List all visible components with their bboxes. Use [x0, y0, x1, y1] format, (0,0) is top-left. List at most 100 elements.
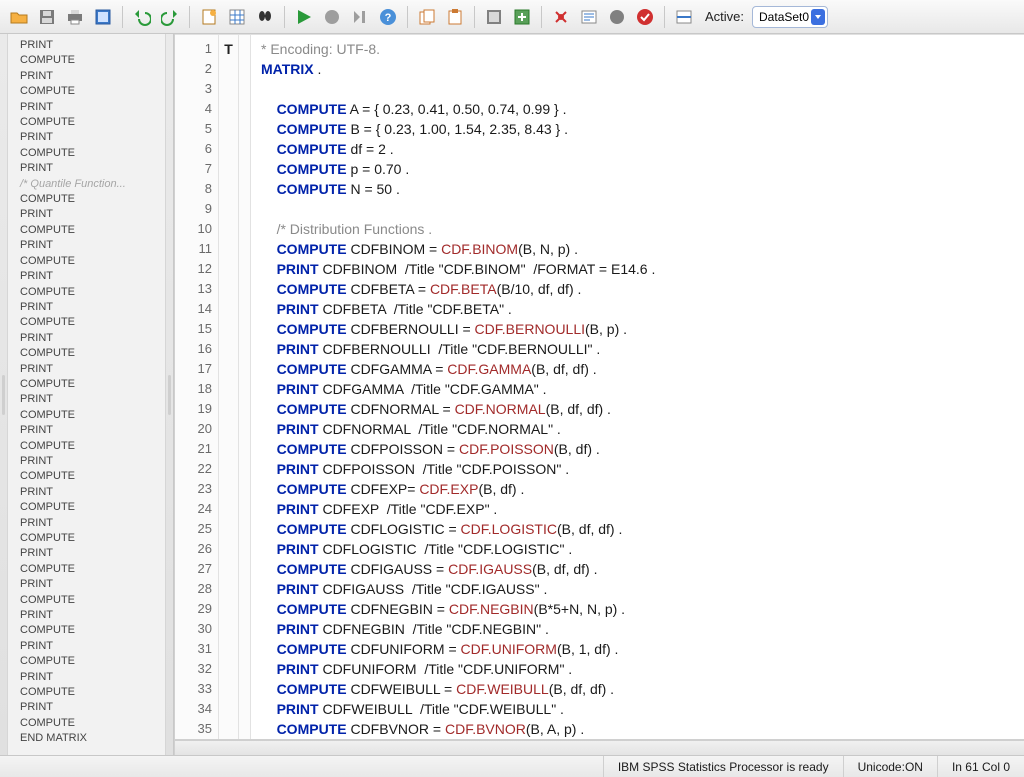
code-line[interactable]: MATRIX . — [261, 59, 1014, 79]
splitter-left[interactable] — [0, 34, 8, 755]
code-line[interactable]: PRINT CDFNORMAL /Title "CDF.NORMAL" . — [261, 419, 1014, 439]
code-line[interactable]: COMPUTE CDFPOISSON = CDF.POISSON(B, df) … — [261, 439, 1014, 459]
command-list-item[interactable]: COMPUTE — [14, 285, 163, 300]
code-area[interactable]: * Encoding: UTF-8.MATRIX . COMPUTE A = {… — [251, 35, 1024, 739]
code-line[interactable]: PRINT CDFGAMMA /Title "CDF.GAMMA" . — [261, 379, 1014, 399]
command-list-item[interactable]: COMPUTE — [14, 562, 163, 577]
record-macro-icon[interactable] — [604, 4, 630, 30]
command-list-item[interactable]: PRINT — [14, 331, 163, 346]
command-list-item[interactable]: PRINT — [14, 100, 163, 115]
code-line[interactable]: COMPUTE CDFGAMMA = CDF.GAMMA(B, df, df) … — [261, 359, 1014, 379]
command-list-item[interactable]: COMPUTE — [14, 84, 163, 99]
command-list-item[interactable]: COMPUTE — [14, 654, 163, 669]
command-list-item[interactable]: COMPUTE — [14, 53, 163, 68]
new-data-icon[interactable] — [224, 4, 250, 30]
code-line[interactable]: COMPUTE p = 0.70 . — [261, 159, 1014, 179]
code-line[interactable]: * Encoding: UTF-8. — [261, 39, 1014, 59]
code-line[interactable]: PRINT CDFBERNOULLI /Title "CDF.BERNOULLI… — [261, 339, 1014, 359]
to-do-icon[interactable] — [576, 4, 602, 30]
command-list-item[interactable]: PRINT — [14, 130, 163, 145]
command-list-item[interactable]: COMPUTE — [14, 192, 163, 207]
command-list-item[interactable]: END MATRIX — [14, 731, 163, 746]
command-list-item[interactable]: PRINT — [14, 485, 163, 500]
splitter-right[interactable] — [165, 34, 173, 755]
command-list-item[interactable]: COMPUTE — [14, 685, 163, 700]
code-line[interactable]: PRINT CDFPOISSON /Title "CDF.POISSON" . — [261, 459, 1014, 479]
command-list-item[interactable]: COMPUTE — [14, 469, 163, 484]
line-number-gutter[interactable]: 1234567891011121314151617181920212223242… — [175, 35, 219, 739]
find-icon[interactable] — [252, 4, 278, 30]
code-line[interactable]: COMPUTE CDFBINOM = CDF.BINOM(B, N, p) . — [261, 239, 1014, 259]
code-line[interactable]: COMPUTE B = { 0.23, 1.00, 1.54, 2.35, 8.… — [261, 119, 1014, 139]
command-list-item[interactable]: PRINT — [14, 516, 163, 531]
command-list-item[interactable]: COMPUTE — [14, 408, 163, 423]
code-line[interactable]: COMPUTE CDFBETA = CDF.BETA(B/10, df, df)… — [261, 279, 1014, 299]
redo-icon[interactable] — [157, 4, 183, 30]
code-line[interactable] — [261, 79, 1014, 99]
command-list-item[interactable]: PRINT — [14, 300, 163, 315]
horizontal-scrollbar[interactable] — [175, 740, 1024, 755]
command-list-item[interactable]: PRINT — [14, 207, 163, 222]
command-list-item[interactable]: COMPUTE — [14, 716, 163, 731]
run-icon[interactable] — [291, 4, 317, 30]
command-list[interactable]: PRINTCOMPUTEPRINTCOMPUTEPRINTCOMPUTEPRIN… — [0, 34, 173, 755]
command-list-item[interactable]: PRINT — [14, 639, 163, 654]
split-icon[interactable] — [671, 4, 697, 30]
code-line[interactable]: COMPUTE df = 2 . — [261, 139, 1014, 159]
command-list-item[interactable]: PRINT — [14, 700, 163, 715]
preview-icon[interactable] — [90, 4, 116, 30]
code-line[interactable]: PRINT CDFUNIFORM /Title "CDF.UNIFORM" . — [261, 659, 1014, 679]
code-line[interactable]: COMPUTE CDFBVNOR = CDF.BVNOR(B, A, p) . — [261, 719, 1014, 739]
command-list-item[interactable]: PRINT — [14, 69, 163, 84]
code-line[interactable]: PRINT CDFIGAUSS /Title "CDF.IGAUSS" . — [261, 579, 1014, 599]
command-list-item[interactable]: /* Quantile Function... — [14, 177, 163, 192]
code-line[interactable]: COMPUTE CDFIGAUSS = CDF.IGAUSS(B, df, df… — [261, 559, 1014, 579]
syntax-editor[interactable]: 1234567891011121314151617181920212223242… — [175, 34, 1024, 740]
code-line[interactable]: PRINT CDFWEIBULL /Title "CDF.WEIBULL" . — [261, 699, 1014, 719]
copy-icon[interactable] — [414, 4, 440, 30]
command-list-item[interactable]: PRINT — [14, 392, 163, 407]
command-list-item[interactable]: COMPUTE — [14, 593, 163, 608]
command-list-item[interactable]: PRINT — [14, 670, 163, 685]
bookmark-gutter[interactable]: T — [219, 35, 239, 739]
command-list-item[interactable]: COMPUTE — [14, 146, 163, 161]
active-dataset-select[interactable]: DataSet0 — [752, 6, 828, 28]
command-list-item[interactable]: COMPUTE — [14, 115, 163, 130]
code-line[interactable]: COMPUTE CDFNORMAL = CDF.NORMAL(B, df, df… — [261, 399, 1014, 419]
run-selection-icon[interactable] — [319, 4, 345, 30]
command-list-item[interactable]: COMPUTE — [14, 346, 163, 361]
command-list-item[interactable]: COMPUTE — [14, 439, 163, 454]
command-list-item[interactable]: PRINT — [14, 269, 163, 284]
code-line[interactable]: PRINT CDFBETA /Title "CDF.BETA" . — [261, 299, 1014, 319]
command-list-item[interactable]: COMPUTE — [14, 623, 163, 638]
insert-block-icon[interactable] — [509, 4, 535, 30]
validate-icon[interactable] — [632, 4, 658, 30]
command-list-item[interactable]: PRINT — [14, 546, 163, 561]
command-list-item[interactable]: PRINT — [14, 38, 163, 53]
command-list-item[interactable]: PRINT — [14, 362, 163, 377]
code-line[interactable]: PRINT CDFNEGBIN /Title "CDF.NEGBIN" . — [261, 619, 1014, 639]
print-icon[interactable] — [62, 4, 88, 30]
code-line[interactable]: /* Distribution Functions . — [261, 219, 1014, 239]
undo-icon[interactable] — [129, 4, 155, 30]
command-list-item[interactable]: PRINT — [14, 423, 163, 438]
code-line[interactable]: COMPUTE N = 50 . — [261, 179, 1014, 199]
code-line[interactable]: PRINT CDFEXP /Title "CDF.EXP" . — [261, 499, 1014, 519]
command-list-item[interactable]: COMPUTE — [14, 531, 163, 546]
command-list-item[interactable]: COMPUTE — [14, 315, 163, 330]
code-line[interactable]: COMPUTE CDFNEGBIN = CDF.NEGBIN(B*5+N, N,… — [261, 599, 1014, 619]
command-list-item[interactable]: COMPUTE — [14, 500, 163, 515]
command-list-item[interactable]: PRINT — [14, 161, 163, 176]
code-line[interactable] — [261, 199, 1014, 219]
code-line[interactable]: PRINT CDFBINOM /Title "CDF.BINOM" /FORMA… — [261, 259, 1014, 279]
command-list-item[interactable]: PRINT — [14, 577, 163, 592]
code-line[interactable]: COMPUTE CDFLOGISTIC = CDF.LOGISTIC(B, df… — [261, 519, 1014, 539]
breakpoint-icon[interactable] — [548, 4, 574, 30]
code-line[interactable]: COMPUTE A = { 0.23, 0.41, 0.50, 0.74, 0.… — [261, 99, 1014, 119]
help-icon[interactable]: ? — [375, 4, 401, 30]
code-line[interactable]: PRINT CDFLOGISTIC /Title "CDF.LOGISTIC" … — [261, 539, 1014, 559]
command-list-item[interactable]: PRINT — [14, 238, 163, 253]
code-line[interactable]: COMPUTE CDFWEIBULL = CDF.WEIBULL(B, df, … — [261, 679, 1014, 699]
new-syntax-icon[interactable] — [196, 4, 222, 30]
paste-icon[interactable] — [442, 4, 468, 30]
